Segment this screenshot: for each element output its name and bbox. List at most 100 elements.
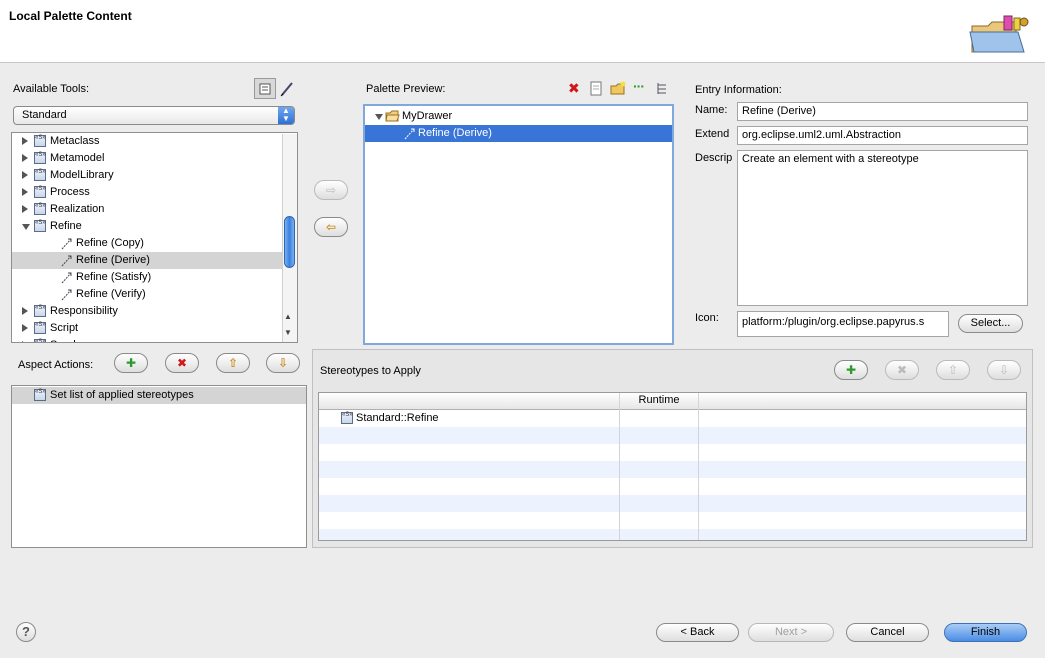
move-stereotype-up-button[interactable]: ⇧ — [936, 360, 970, 380]
tree-item-label: Process — [50, 186, 90, 198]
table-row-empty — [319, 478, 1026, 495]
table-row-empty — [319, 495, 1026, 512]
table-row[interactable]: «S» Standard::Refine — [319, 410, 1026, 427]
add-aspect-button[interactable]: ✚ — [114, 353, 148, 373]
collapsed-arrow-icon[interactable] — [22, 341, 28, 342]
tree-item[interactable]: «S» Metaclass — [12, 133, 282, 150]
add-to-palette-button[interactable]: ⇨ — [314, 180, 348, 200]
tree-item-label: Refine (Satisfy) — [76, 271, 152, 283]
move-aspect-down-button[interactable]: ⇩ — [266, 353, 300, 373]
new-stack-icon[interactable] — [655, 81, 669, 96]
tools-scroll-thumb[interactable] — [284, 216, 295, 268]
arrow-left-icon: ⇦ — [325, 220, 337, 234]
stereotypes-table[interactable]: «S» Standard::Refine Runtime — [318, 392, 1027, 541]
arrow-down-icon: ⇩ — [998, 363, 1010, 377]
new-separator-icon[interactable]: ··· — [633, 78, 645, 94]
remove-from-palette-button[interactable]: ⇦ — [314, 217, 348, 237]
tree-item-label: Refine (Verify) — [76, 288, 146, 300]
aspect-actions-list[interactable]: «S» Set list of applied stereotypes — [11, 385, 307, 548]
collapsed-arrow-icon[interactable] — [22, 154, 28, 162]
select-icon-button[interactable]: Select... — [958, 314, 1023, 333]
profile-combo[interactable]: Standard ▲ ▼ — [13, 106, 295, 125]
tree-item[interactable]: «S» Realization — [12, 201, 282, 218]
table-row-empty — [319, 512, 1026, 529]
description-field[interactable]: Create an element with a stereotype — [737, 150, 1028, 306]
tree-item-label: Metaclass — [50, 135, 100, 147]
tree-item[interactable]: «S» ModelLibrary — [12, 167, 282, 184]
scroll-down-arrow-icon[interactable]: ▼ — [284, 328, 292, 337]
palette-folder-icon — [969, 15, 1029, 53]
edit-tool-button[interactable] — [278, 80, 296, 98]
plus-icon: ✚ — [125, 356, 137, 370]
tree-item[interactable]: «S» Metamodel — [12, 150, 282, 167]
scroll-up-arrow-icon[interactable]: ▲ — [284, 312, 292, 321]
collapsed-arrow-icon[interactable] — [22, 324, 28, 332]
tree-item[interactable]: Refine (Satisfy) — [12, 269, 282, 286]
remove-aspect-button[interactable]: ✖ — [165, 353, 199, 373]
updown-arrow-icon: ▲ ▼ — [278, 107, 294, 124]
new-entry-icon[interactable] — [589, 81, 603, 96]
table-row-empty — [319, 461, 1026, 478]
description-label: Descrip — [695, 152, 733, 164]
collapsed-arrow-icon[interactable] — [22, 205, 28, 213]
available-tools-tree[interactable]: «S» Metaclass «S» Metamodel «S» ModelLibrary «… — [11, 132, 298, 343]
stereotypes-to-apply-label: Stereotypes to Apply — [320, 365, 421, 377]
tree-item[interactable]: Refine (Verify) — [12, 286, 282, 303]
aspect-action-row[interactable]: «S» Set list of applied stereotypes — [12, 387, 306, 404]
drawer-label: MyDrawer — [402, 110, 453, 122]
stereotype-icon: «S» — [34, 135, 46, 147]
tree-item[interactable]: Refine (Derive) — [12, 252, 282, 269]
dialog-title: Local Palette Content — [9, 9, 132, 23]
add-stereotype-button[interactable]: ✚ — [834, 360, 868, 380]
refine-tool-icon — [61, 272, 72, 284]
name-field[interactable]: Refine (Derive) — [737, 102, 1028, 121]
tree-item-label: Refine — [50, 220, 82, 232]
tree-item[interactable]: Refine (Copy) — [12, 235, 282, 252]
back-button[interactable]: < Back — [656, 623, 739, 642]
tree-item-label: ModelLibrary — [50, 169, 114, 181]
folder-open-icon — [385, 110, 400, 122]
help-icon[interactable]: ? — [16, 622, 36, 642]
tree-item[interactable]: «S» Responsibility — [12, 303, 282, 320]
new-drawer-icon[interactable] — [610, 81, 626, 96]
finish-button[interactable]: Finish — [944, 623, 1027, 642]
collapsed-arrow-icon[interactable] — [22, 171, 28, 179]
remove-stereotype-button[interactable]: ✖ — [885, 360, 919, 380]
move-stereotype-down-button[interactable]: ⇩ — [987, 360, 1021, 380]
extend-field[interactable]: org.eclipse.uml2.uml.Abstraction — [737, 126, 1028, 145]
icon-label: Icon: — [695, 312, 719, 324]
stereotype-icon: «S» — [34, 186, 46, 198]
palette-entry-label: Refine (Derive) — [418, 127, 492, 139]
dialog-header: Local Palette Content — [0, 0, 1045, 63]
arrow-up-icon: ⇧ — [947, 363, 959, 377]
column-header-runtime[interactable]: Runtime — [620, 394, 698, 406]
tree-item[interactable]: «S» Process — [12, 184, 282, 201]
tree-item-label: Realization — [50, 203, 105, 215]
table-row-empty — [319, 444, 1026, 461]
pencil-icon — [280, 82, 293, 97]
drawer-row[interactable]: MyDrawer — [365, 108, 672, 125]
collapsed-arrow-icon[interactable] — [22, 188, 28, 196]
move-aspect-up-button[interactable]: ⇧ — [216, 353, 250, 373]
stereotype-icon: «S» — [34, 152, 46, 164]
tree-item[interactable]: «S» Refine — [12, 218, 282, 235]
collapsed-arrow-icon[interactable] — [22, 307, 28, 315]
stereotype-icon: «S» — [34, 203, 46, 215]
delete-icon[interactable]: ✖ — [568, 80, 580, 97]
column-divider — [698, 393, 699, 540]
expand-arrow-icon[interactable] — [375, 114, 383, 120]
tree-item[interactable]: «S» Send — [12, 337, 282, 342]
palette-view-icon — [259, 83, 271, 95]
icon-path-field[interactable]: platform:/plugin/org.eclipse.papyrus.s — [737, 311, 949, 337]
tree-item[interactable]: «S» Script — [12, 320, 282, 337]
remove-icon: ✖ — [176, 356, 188, 370]
show-profiles-toggle[interactable] — [254, 78, 276, 99]
palette-entry-row[interactable]: Refine (Derive) — [365, 125, 672, 142]
stereotype-icon: «S» — [34, 169, 46, 181]
aspect-action-label: Set list of applied stereotypes — [50, 389, 194, 401]
collapsed-arrow-icon[interactable] — [22, 137, 28, 145]
palette-preview-tree[interactable]: MyDrawer Refine (Derive) — [363, 104, 674, 345]
cancel-button[interactable]: Cancel — [846, 623, 929, 642]
next-button[interactable]: Next > — [748, 623, 834, 642]
expanded-arrow-icon[interactable] — [22, 224, 30, 230]
